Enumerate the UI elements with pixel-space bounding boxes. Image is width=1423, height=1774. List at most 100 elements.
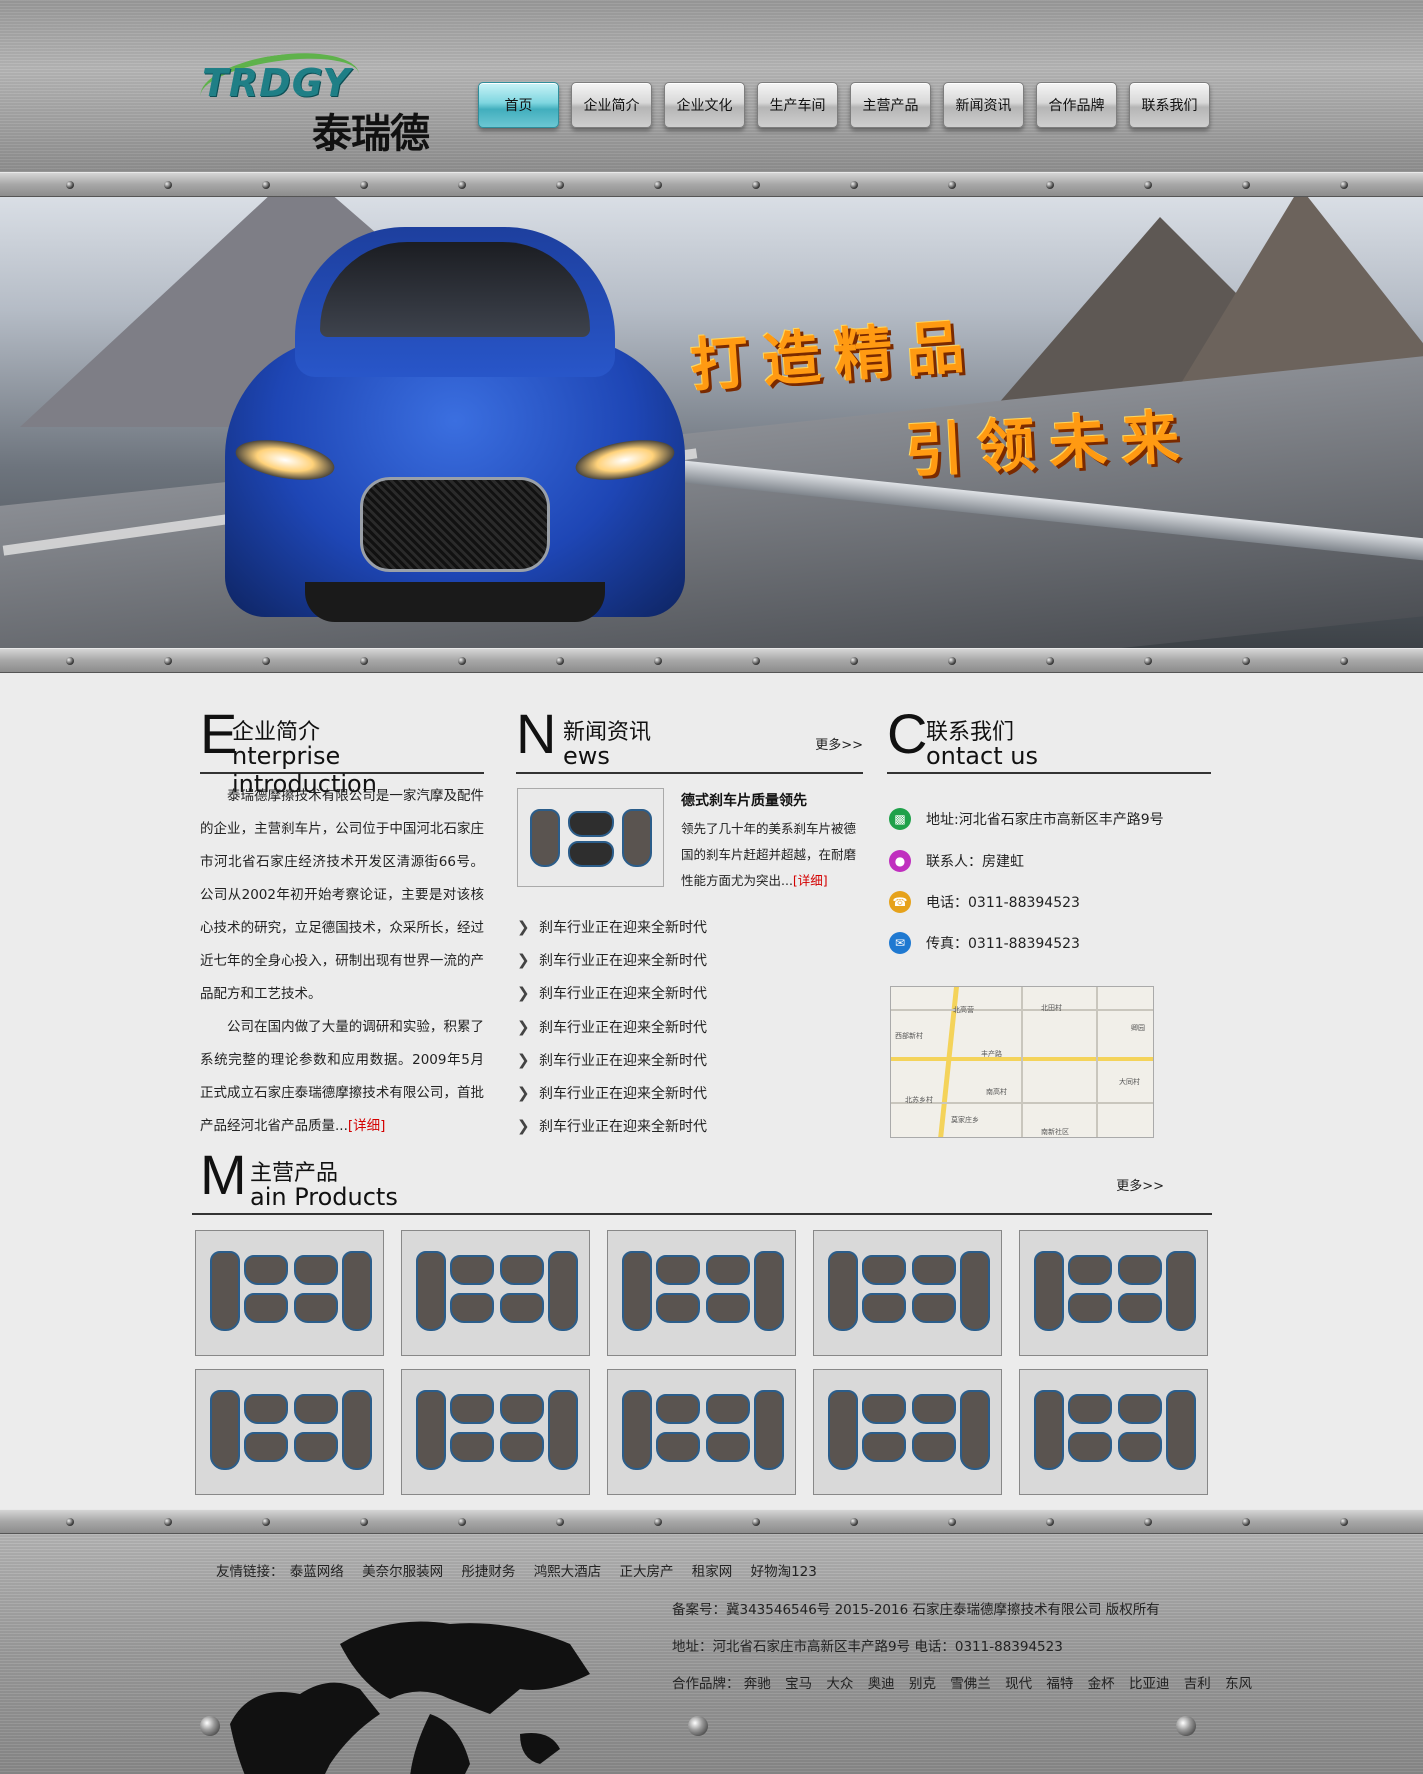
news-thumbnail[interactable] [517,788,664,887]
brake-pad [622,1390,652,1470]
contact-heading-letter: C [887,702,928,765]
news-more-link[interactable]: 更多>> [815,734,863,753]
brake-pad [1034,1251,1064,1331]
nav-contact[interactable]: 联系我们 [1129,82,1210,128]
chevron-right-icon: ❯ [517,1050,530,1069]
contact-heading: C 联系我们 ontact us [887,706,1211,774]
product-card[interactable] [607,1230,796,1356]
product-card[interactable] [813,1369,1002,1495]
brake-pad [450,1394,494,1424]
brake-pad-image [416,1386,578,1480]
location-map[interactable]: 北高营 丰产路 南高村 北苏乡村 莫家庄乡 南新社区 北田村 大同村 卿园 西部… [890,986,1154,1138]
brake-pad-image [416,1247,578,1341]
brake-pad [828,1251,858,1331]
friend-link[interactable]: 彤捷财务 [461,1564,515,1580]
product-card[interactable] [1019,1369,1208,1495]
friend-link[interactable]: 鸿熙大酒店 [534,1564,602,1580]
nav-home[interactable]: 首页 [478,82,559,128]
brand-link[interactable]: 吉利 [1184,1676,1211,1692]
rivet-decoration [360,657,368,665]
brand-link[interactable]: 大众 [826,1676,853,1692]
brake-pad [862,1432,906,1462]
brake-pad [450,1432,494,1462]
news-item[interactable]: ❯ 刹车行业正在迎来全新时代 [517,1110,862,1143]
product-card[interactable] [401,1230,590,1356]
brake-pad [500,1432,544,1462]
news-detail-link[interactable]: [详细] [793,873,828,888]
friend-link[interactable]: 美奈尔服装网 [362,1564,443,1580]
nav-culture[interactable]: 企业文化 [664,82,745,128]
rivet-decoration [262,657,270,665]
friend-link[interactable]: 好物淘123 [751,1564,817,1580]
news-item[interactable]: ❯ 刹车行业正在迎来全新时代 [517,977,862,1010]
hero-banner[interactable]: 打造精品 引领未来 [0,197,1423,648]
rivet-row [0,173,1423,196]
brake-pad [960,1251,990,1331]
product-card[interactable] [195,1230,384,1356]
brand-link[interactable]: 雪佛兰 [950,1676,991,1692]
news-item[interactable]: ❯ 刹车行业正在迎来全新时代 [517,910,862,943]
rivet-decoration [66,181,74,189]
brake-pad [862,1293,906,1323]
brand-link[interactable]: 宝马 [785,1676,812,1692]
brake-pad [294,1255,338,1285]
map-label: 北田村 [1041,1004,1062,1012]
brake-pad [294,1293,338,1323]
brake-pad-image [1034,1386,1196,1480]
news-item[interactable]: ❯ 刹车行业正在迎来全新时代 [517,1010,862,1043]
nav-workshop[interactable]: 生产车间 [757,82,838,128]
car-grille [360,477,550,572]
rivet-decoration [1340,657,1348,665]
brake-pad-image [828,1247,990,1341]
intro-detail-link[interactable]: [详细] [348,1118,386,1134]
rivet-decoration [1144,657,1152,665]
product-card[interactable] [813,1230,1002,1356]
product-card[interactable] [401,1369,590,1495]
intro-paragraph: 公司在国内做了大量的调研和实验，积累了系统完整的理论参数和应用数据。2009年5… [200,1011,484,1143]
friend-link[interactable]: 泰蓝网络 [290,1564,344,1580]
friend-link[interactable]: 正大房产 [619,1564,673,1580]
brand-link[interactable]: 东风 [1225,1676,1252,1692]
nav-products[interactable]: 主营产品 [850,82,931,128]
map-label: 西部新村 [895,1032,923,1040]
friend-link[interactable]: 租家网 [692,1564,733,1580]
rivet-decoration [1242,181,1250,189]
product-card[interactable] [607,1369,796,1495]
news-item[interactable]: ❯ 刹车行业正在迎来全新时代 [517,1076,862,1109]
brand-link[interactable]: 比亚迪 [1129,1676,1170,1692]
screw-decoration [1176,1716,1196,1736]
brake-pad [450,1293,494,1323]
site-logo[interactable]: TRDGY 泰瑞德 [196,44,450,157]
brake-pad [912,1255,956,1285]
nav-brands[interactable]: 合作品牌 [1036,82,1117,128]
map-label: 南新社区 [1041,1128,1069,1136]
products-more-link[interactable]: 更多>> [1116,1175,1164,1194]
brake-pad [656,1293,700,1323]
news-headline-title[interactable]: 德式刹车片质量领先 [681,790,807,810]
brake-pad [754,1390,784,1470]
product-card[interactable] [195,1369,384,1495]
nav-about[interactable]: 企业简介 [571,82,652,128]
product-card[interactable] [1019,1230,1208,1356]
rivet-decoration [1144,181,1152,189]
brand-link[interactable]: 奥迪 [868,1676,895,1692]
rivet-decoration [556,1518,564,1526]
news-item-title: 刹车行业正在迎来全新时代 [539,986,707,1003]
brake-pad [294,1394,338,1424]
chevron-right-icon: ❯ [517,1117,530,1136]
brand-link[interactable]: 福特 [1046,1676,1073,1692]
brand-link[interactable]: 奔驰 [744,1676,771,1692]
brand-link[interactable]: 别克 [909,1676,936,1692]
rivet-decoration [458,1518,466,1526]
news-item[interactable]: ❯ 刹车行业正在迎来全新时代 [517,943,862,976]
news-item[interactable]: ❯ 刹车行业正在迎来全新时代 [517,1043,862,1076]
brake-pad [656,1432,700,1462]
brand-link[interactable]: 现代 [1005,1676,1032,1692]
rivet-decoration [360,1518,368,1526]
brand-link[interactable]: 金杯 [1088,1676,1115,1692]
brake-pad [960,1390,990,1470]
news-headline-desc: 领先了几十年的美系刹车片被德国的刹车片赶超并超越，在耐磨性能方面尤为突出...[… [681,816,864,894]
brake-pad [1118,1432,1162,1462]
nav-news[interactable]: 新闻资讯 [943,82,1024,128]
brake-pad-image [622,1247,784,1341]
